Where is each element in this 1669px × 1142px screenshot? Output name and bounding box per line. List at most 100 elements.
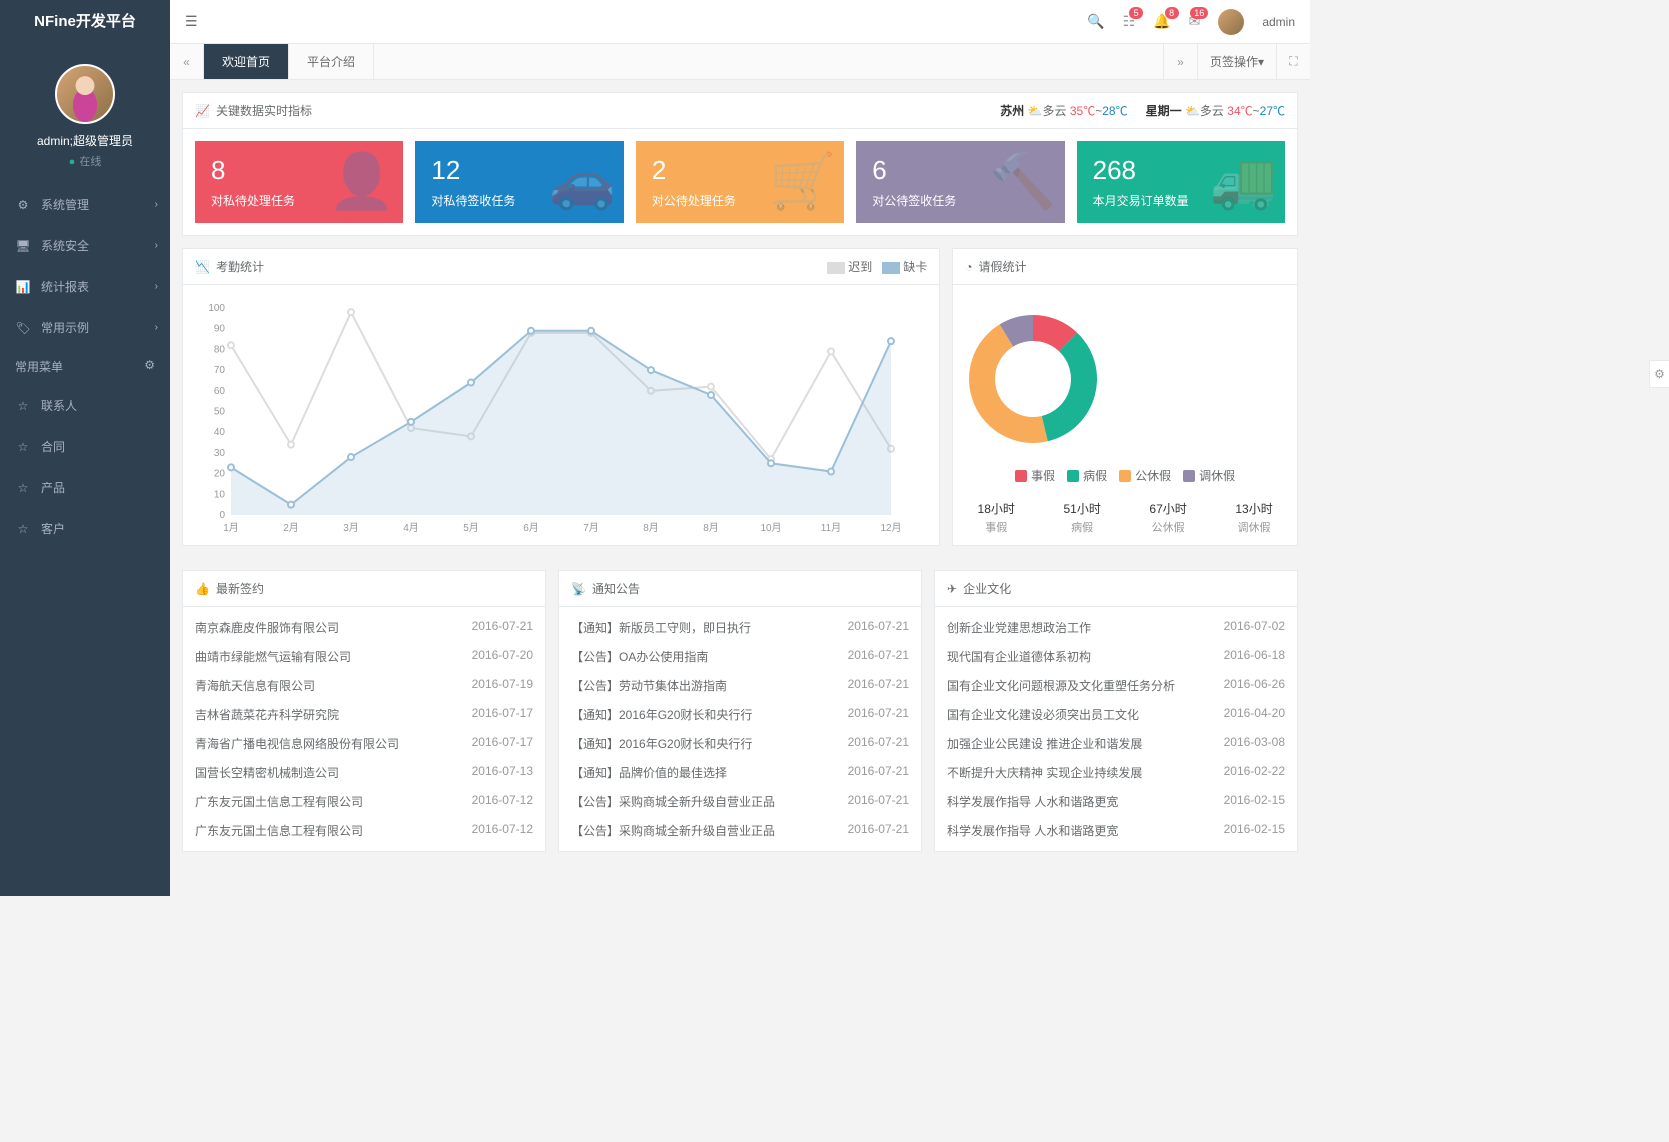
leave-donut-chart xyxy=(953,299,1113,459)
topbar-avatar[interactable] xyxy=(1218,9,1244,35)
list-item[interactable]: 【公告】OA办公使用指南2016-07-21 xyxy=(571,642,909,671)
card-bg-icon: 🚗 xyxy=(549,151,616,214)
topbar-username[interactable]: admin xyxy=(1262,15,1295,29)
tab-home[interactable]: 欢迎首页 xyxy=(204,44,289,79)
nav-common-title: 常用菜单 xyxy=(15,358,63,375)
status-badge: 在线 xyxy=(0,153,170,169)
badge-mail: 16 xyxy=(1190,7,1208,19)
topbar: ☰ 🔍 ☷5 🔔8 ✉16 admin xyxy=(170,0,1310,44)
gear-icon[interactable]: ⚙ xyxy=(144,358,155,375)
list-item[interactable]: 吉林省蔬菜花卉科学研究院2016-07-17 xyxy=(195,700,533,729)
svg-text:30: 30 xyxy=(214,448,226,459)
avatar[interactable] xyxy=(55,64,115,124)
list-culture: ✈ 企业文化创新企业党建思想政治工作2016-07-02现代国有企业道德体系初构2… xyxy=(934,570,1298,852)
list-title: 企业文化 xyxy=(963,580,1011,597)
list-item[interactable]: 【公告】劳动节集体出游指南2016-07-21 xyxy=(571,671,909,700)
list-item[interactable]: 科学发展作指导 人水和谐路更宽2016-02-15 xyxy=(947,816,1285,845)
nav-icon: 📊 xyxy=(15,280,31,294)
bell-icon[interactable]: 🔔8 xyxy=(1153,13,1170,30)
tabbar: « 欢迎首页 平台介绍 » 页签操作 ▾ ⛶ xyxy=(170,44,1310,80)
tab-ops-dropdown[interactable]: 页签操作 ▾ xyxy=(1197,44,1276,79)
nav-item-0[interactable]: ⚙系统管理› xyxy=(0,184,170,225)
nav-common-item-2[interactable]: ☆产品 xyxy=(0,467,170,508)
settings-float-icon[interactable]: ⚙ xyxy=(1649,360,1669,388)
svg-text:90: 90 xyxy=(214,324,226,335)
stat-item: 67小时公休假 xyxy=(1149,500,1186,535)
nav-label: 产品 xyxy=(41,479,65,496)
star-icon: ☆ xyxy=(15,522,31,536)
stat-item: 13小时调休假 xyxy=(1235,500,1272,535)
metric-card-4[interactable]: 268本月交易订单数量🚚 xyxy=(1077,141,1285,223)
svg-text:20: 20 xyxy=(214,469,226,480)
list-item[interactable]: 【公告】采购商城全新升级自营业正品2016-07-21 xyxy=(571,816,909,845)
list-item[interactable]: 【通知】2016年G20财长和央行行2016-07-21 xyxy=(571,729,909,758)
svg-text:12月: 12月 xyxy=(880,522,901,534)
list-item[interactable]: 南京森鹿皮件服饰有限公司2016-07-21 xyxy=(195,613,533,642)
metric-card-2[interactable]: 2对公待处理任务🛒 xyxy=(636,141,844,223)
sidebar: NFine开发平台 admin;超级管理员 在线 ⚙系统管理›🖥系统安全›📊统计… xyxy=(0,0,170,896)
chevron-right-icon: › xyxy=(155,281,158,292)
stat-item: 18小时事假 xyxy=(978,500,1015,535)
svg-text:1月: 1月 xyxy=(223,522,239,534)
list-item[interactable]: 国营长空精密机械制造公司2016-07-13 xyxy=(195,758,533,787)
svg-text:8月: 8月 xyxy=(643,522,659,534)
list-item[interactable]: 创新企业党建思想政治工作2016-07-02 xyxy=(947,613,1285,642)
list-item[interactable]: 现代国有企业道德体系初构2016-06-18 xyxy=(947,642,1285,671)
list-icon: 📡 xyxy=(571,582,586,596)
metric-card-3[interactable]: 6对公待签收任务🔨 xyxy=(856,141,1064,223)
nav-common-item-1[interactable]: ☆合同 xyxy=(0,426,170,467)
metrics-panel: 📈关键数据实时指标 苏州 ⛅多云 35℃~28℃ 星期一 ⛅多云 34℃~27℃… xyxy=(182,92,1298,236)
list-item[interactable]: 科学发展作指导 人水和谐路更宽2016-02-15 xyxy=(947,787,1285,816)
nav-item-3[interactable]: 🏷常用示例› xyxy=(0,307,170,348)
nav-common-item-3[interactable]: ☆ 客户 xyxy=(0,508,170,549)
fullscreen-icon[interactable]: ⛶ xyxy=(1276,44,1310,79)
list-item[interactable]: 青海省广播电视信息网络股份有限公司2016-07-17 xyxy=(195,729,533,758)
metric-card-1[interactable]: 12对私待签收任务🚗 xyxy=(415,141,623,223)
nav-item-2[interactable]: 📊 统计报表 › xyxy=(0,266,170,307)
mail-icon[interactable]: ✉16 xyxy=(1189,13,1201,30)
chart-title: 考勤统计 xyxy=(216,258,264,275)
nav-common-item-0[interactable]: ☆联系人 xyxy=(0,385,170,426)
svg-text:80: 80 xyxy=(214,344,226,355)
stat-item: 51小时病假 xyxy=(1063,500,1100,535)
svg-text:2月: 2月 xyxy=(283,522,299,534)
tab-scroll-left[interactable]: « xyxy=(170,44,204,79)
list-item[interactable]: 曲靖市绿能燃气运输有限公司2016-07-20 xyxy=(195,642,533,671)
nav-label: 统计报表 xyxy=(41,278,89,295)
card-bg-icon: 🔨 xyxy=(989,151,1056,214)
card-bg-icon: 🚚 xyxy=(1210,151,1277,214)
search-icon[interactable]: 🔍 xyxy=(1087,13,1104,30)
nav-label: 客户 xyxy=(41,520,65,537)
tab-about[interactable]: 平台介绍 xyxy=(289,44,374,79)
list-item[interactable]: 广东友元国土信息工程有限公司2016-07-12 xyxy=(195,787,533,816)
chart-line-icon: 📈 xyxy=(195,104,210,118)
nav-label: 联系人 xyxy=(41,397,77,414)
list-recent: 👍 最新签约南京森鹿皮件服饰有限公司2016-07-21曲靖市绿能燃气运输有限公司… xyxy=(182,570,546,852)
list-item[interactable]: 青海航天信息有限公司2016-07-19 xyxy=(195,671,533,700)
menu-toggle-icon[interactable]: ☰ xyxy=(185,13,198,30)
svg-text:60: 60 xyxy=(214,386,226,397)
list-icon: ✈ xyxy=(947,582,957,596)
tab-scroll-right[interactable]: » xyxy=(1163,44,1197,79)
chart-legend: 迟到 缺卡 xyxy=(827,258,927,275)
nav-item-1[interactable]: 🖥系统安全› xyxy=(0,225,170,266)
list-title: 通知公告 xyxy=(592,580,640,597)
list-item[interactable]: 广东友元国土信息工程有限公司2016-07-12 xyxy=(195,816,533,845)
chevron-right-icon: › xyxy=(155,199,158,210)
list-item[interactable]: 【公告】采购商城全新升级自营业正品2016-07-21 xyxy=(571,787,909,816)
list-item[interactable]: 国有企业文化问题根源及文化重塑任务分析2016-06-26 xyxy=(947,671,1285,700)
list-item[interactable]: 【通知】品牌价值的最佳选择2016-07-21 xyxy=(571,758,909,787)
list-item[interactable]: 国有企业文化建设必须突出员工文化2016-04-20 xyxy=(947,700,1285,729)
list-icon[interactable]: ☷5 xyxy=(1123,13,1136,30)
list-item[interactable]: 【通知】2016年G20财长和央行行2016-07-21 xyxy=(571,700,909,729)
list-title: 最新签约 xyxy=(216,580,264,597)
metric-card-0[interactable]: 8对私待处理任务👤 xyxy=(195,141,403,223)
star-icon: ☆ xyxy=(15,440,31,454)
list-item[interactable]: 【通知】新版员工守则，即日执行2016-07-21 xyxy=(571,613,909,642)
list-item[interactable]: 不断提升大庆精神 实现企业持续发展2016-02-22 xyxy=(947,758,1285,787)
list-item[interactable]: 加强企业公民建设 推进企业和谐发展2016-03-08 xyxy=(947,729,1285,758)
legend-item: 调休假 xyxy=(1183,467,1235,484)
legend-item: 公休假 xyxy=(1119,467,1171,484)
list-icon: 👍 xyxy=(195,582,210,596)
app-logo: NFine开发平台 xyxy=(0,0,170,44)
